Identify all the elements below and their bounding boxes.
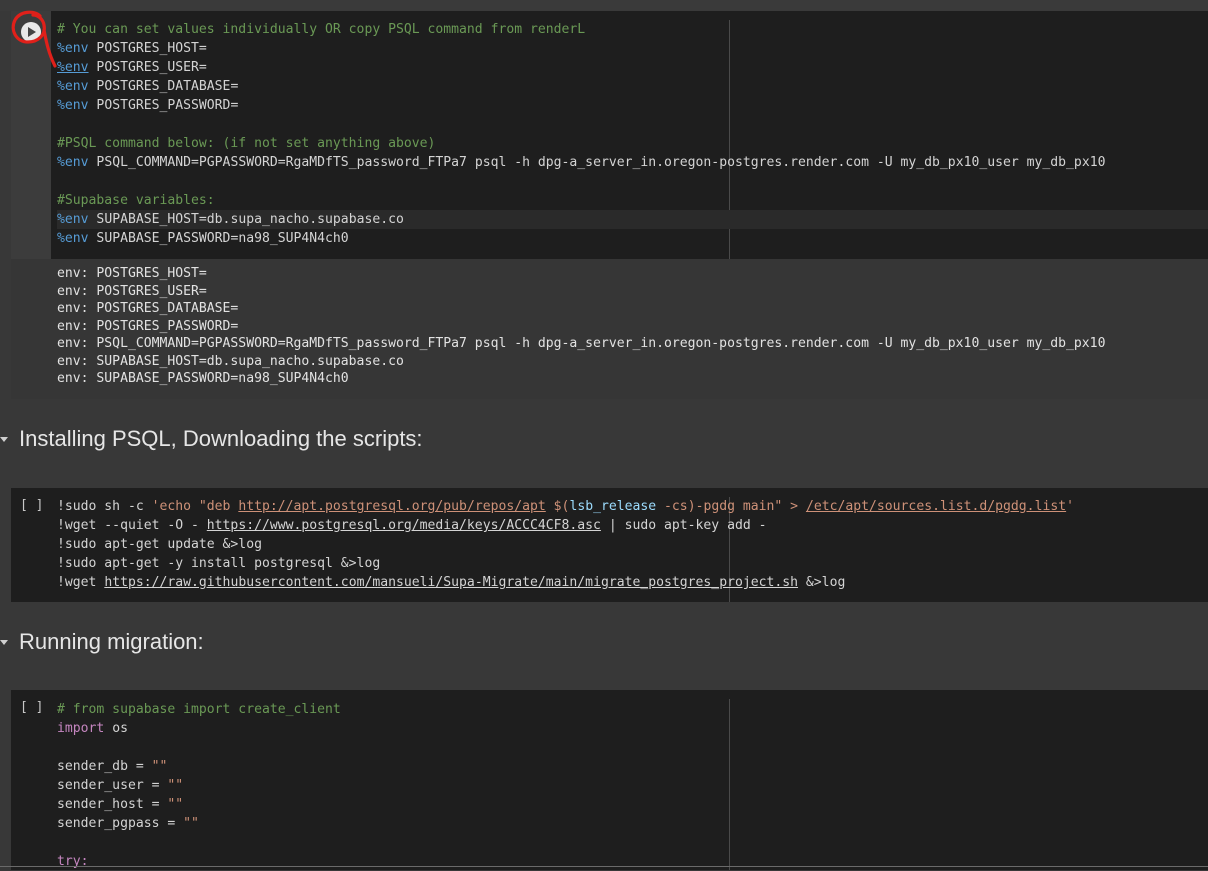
- collapse-caret-icon[interactable]: [0, 436, 8, 442]
- code-line: import os: [57, 721, 128, 736]
- code-line: %env SUPABASE_PASSWORD=na98_SUP4N4ch0: [57, 231, 349, 246]
- section-title: Installing PSQL, Downloading the scripts…: [19, 426, 423, 451]
- cell-gutter: [11, 11, 51, 259]
- horizontal-scrollbar[interactable]: [0, 866, 1208, 867]
- code-line: %env PSQL_COMMAND=PGPASSWORD=RgaMDfTS_pa…: [57, 155, 1106, 170]
- code-line: %env POSTGRES_DATABASE=: [57, 79, 239, 94]
- code-line: #Supabase variables:: [57, 193, 215, 208]
- section-heading-migration[interactable]: Running migration:: [0, 622, 1208, 662]
- code-line: !wget https://raw.githubusercontent.com/…: [57, 575, 846, 590]
- code-line: # from supabase import create_client: [57, 702, 341, 717]
- code-line-current: %env SUPABASE_HOST=db.supa_nacho.supabas…: [57, 210, 1208, 229]
- code-cell-env[interactable]: # You can set values individually OR cop…: [11, 11, 1208, 259]
- code-line: # You can set values individually OR cop…: [57, 22, 586, 37]
- top-strip: [0, 0, 1208, 11]
- run-cell-bracket[interactable]: [ ]: [20, 498, 43, 513]
- code-line: %env POSTGRES_USER=: [57, 60, 207, 75]
- output-text: env: POSTGRES_HOST= env: POSTGRES_USER= …: [57, 265, 1208, 388]
- section-title: Running migration:: [19, 629, 204, 654]
- code-line: #PSQL command below: (if not set anythin…: [57, 136, 436, 151]
- output-line: env: PSQL_COMMAND=PGPASSWORD=RgaMDfTS_pa…: [57, 336, 1106, 351]
- output-line: env: POSTGRES_USER=: [57, 283, 207, 299]
- code-editor[interactable]: # You can set values individually OR cop…: [57, 20, 1208, 248]
- code-line: !sudo apt-get -y install postgresql &>lo…: [57, 556, 381, 571]
- cell-output: env: POSTGRES_HOST= env: POSTGRES_USER= …: [11, 259, 1208, 399]
- play-icon: [28, 27, 36, 37]
- collapse-caret-icon[interactable]: [0, 639, 8, 645]
- code-line: sender_user = "": [57, 778, 184, 793]
- code-line: %env POSTGRES_PASSWORD=: [57, 98, 239, 113]
- code-editor[interactable]: !sudo sh -c 'echo "deb http://apt.postgr…: [57, 497, 1208, 592]
- code-line: sender_pgpass = "": [57, 816, 199, 831]
- code-cell-install[interactable]: [ ] !sudo sh -c 'echo "deb http://apt.po…: [11, 488, 1208, 602]
- output-line: env: SUPABASE_HOST=db.supa_nacho.supabas…: [57, 353, 404, 369]
- run-cell-bracket[interactable]: [ ]: [20, 700, 43, 715]
- section-heading-install[interactable]: Installing PSQL, Downloading the scripts…: [0, 419, 1208, 459]
- code-editor[interactable]: # from supabase import create_client imp…: [57, 700, 1208, 871]
- output-line: env: POSTGRES_HOST=: [57, 266, 207, 281]
- code-line: sender_db = "": [57, 759, 168, 774]
- code-cell-migration[interactable]: [ ] # from supabase import create_client…: [11, 690, 1208, 870]
- code-line: try:: [57, 854, 89, 869]
- code-line: !sudo apt-get update &>log: [57, 537, 262, 552]
- code-line: sender_host = "": [57, 797, 184, 812]
- code-line: !sudo sh -c 'echo "deb http://apt.postgr…: [57, 499, 1074, 514]
- output-line: env: POSTGRES_PASSWORD=: [57, 318, 239, 334]
- code-line: %env POSTGRES_HOST=: [57, 41, 207, 56]
- output-line: env: SUPABASE_PASSWORD=na98_SUP4N4ch0: [57, 371, 349, 386]
- run-cell-button[interactable]: [21, 22, 41, 42]
- code-line: !wget --quiet -O - https://www.postgresq…: [57, 518, 767, 533]
- output-line: env: POSTGRES_DATABASE=: [57, 301, 239, 316]
